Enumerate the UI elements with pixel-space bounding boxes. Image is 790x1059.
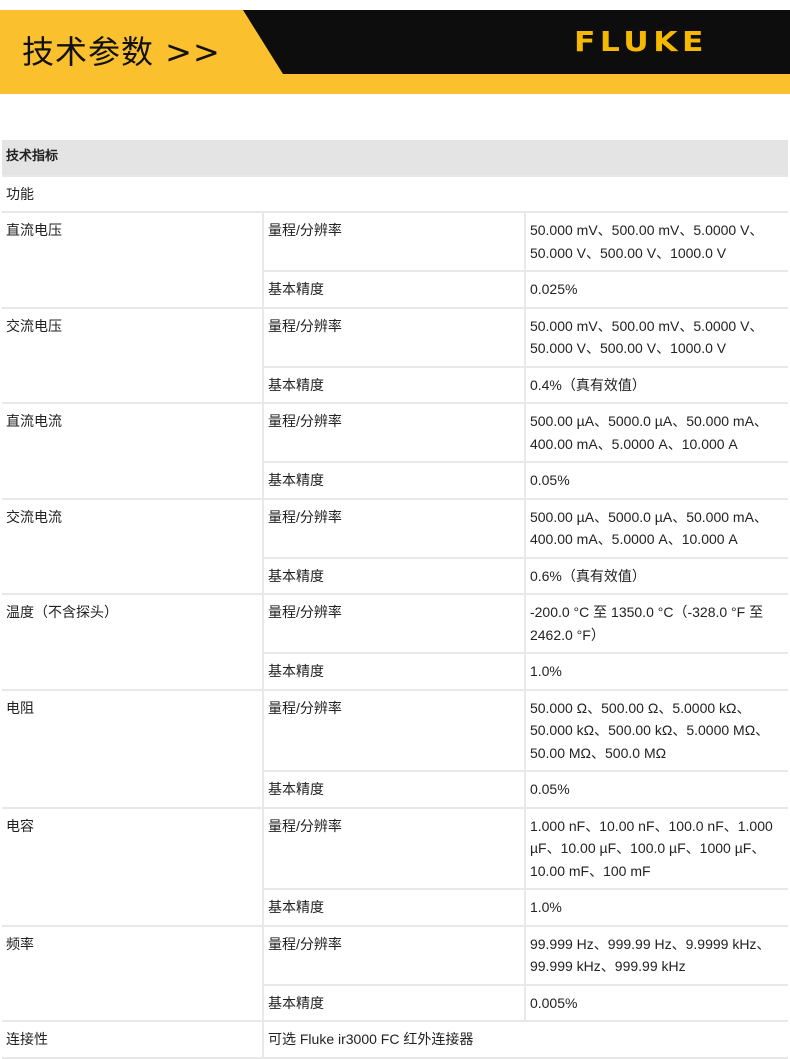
function-name: 频率 (2, 926, 264, 1022)
section-row: 功能 (2, 177, 788, 213)
spec-row-range: 温度（不含探头） 量程/分辨率 -200.0 °C 至 1350.0 °C（-328… (2, 595, 788, 691)
range-value: 50.000 mV、500.00 mV、5.0000 V、50.000 V、50… (525, 309, 788, 368)
accuracy-label: 基本精度 (263, 772, 526, 809)
range-label: 量程/分辨率 (263, 308, 526, 368)
accuracy-label: 基本精度 (263, 367, 526, 404)
range-value: 50.000 Ω、500.00 Ω、5.0000 kΩ、50.000 kΩ、50… (525, 691, 788, 772)
function-name: 电阻 (2, 690, 264, 809)
spec-row-range: 电阻 量程/分辨率 50.000 Ω、500.00 Ω、5.0000 kΩ、50.0… (2, 690, 788, 809)
spec-row-range: 直流电流 量程/分辨率 500.00 µA、5000.0 µA、50.000 mA、… (2, 404, 788, 500)
function-name: 直流电压 (2, 213, 264, 309)
spec-row-range: 直流电压 量程/分辨率 50.000 mV、500.00 mV、5.0000 V、5… (2, 213, 788, 309)
function-name: 电容 (2, 808, 264, 927)
accuracy-value: 0.4%（真有效值） (525, 368, 788, 404)
range-label: 量程/分辨率 (263, 808, 526, 890)
section-label: 功能 (2, 177, 788, 213)
accuracy-label: 基本精度 (263, 890, 526, 927)
range-value: 99.999 Hz、999.99 Hz、9.9999 kHz、99.999 kH… (525, 927, 788, 986)
spec-header: 技术指标 (2, 140, 788, 177)
spec-table: 技术指标 功能 直流电压 量程/分辨率 50.000 mV、500.00 mV、5.… (2, 140, 788, 1059)
function-name: 直流电流 (2, 404, 264, 500)
accuracy-value: 1.0% (525, 890, 788, 927)
function-name: 交流电压 (2, 308, 264, 404)
spec-row-range: 交流电压 量程/分辨率 50.000 mV、500.00 mV、5.0000 V、5… (2, 308, 788, 404)
banner-black-band (243, 10, 790, 74)
spec-row-range: 交流电流 量程/分辨率 500.00 µA、5000.0 µA、50.000 mA、… (2, 499, 788, 595)
page-title: 技术参数 >> (22, 33, 221, 71)
accuracy-value: 0.05% (525, 463, 788, 500)
function-name: 交流电流 (2, 499, 264, 595)
header-banner: 技术参数 >> FLUKE (0, 10, 790, 94)
connectivity-row: 连接性 可选 Fluke ir3000 FC 红外连接器 (2, 1022, 788, 1059)
range-value: -200.0 °C 至 1350.0 °C（-328.0 °F 至 2462.0… (525, 595, 788, 654)
range-value: 500.00 µA、5000.0 µA、50.000 mA、400.00 mA、… (525, 500, 788, 559)
accuracy-label: 基本精度 (263, 654, 526, 691)
range-label: 量程/分辨率 (263, 404, 526, 463)
accuracy-value: 0.05% (525, 772, 788, 809)
accuracy-label: 基本精度 (263, 558, 526, 595)
range-value: 1.000 nF、10.00 nF、100.0 nF、1.000 µF、10.0… (525, 809, 788, 890)
range-value: 500.00 µA、5000.0 µA、50.000 mA、400.00 mA、… (525, 404, 788, 463)
range-label: 量程/分辨率 (263, 690, 526, 772)
spec-row-range: 电容 量程/分辨率 1.000 nF、10.00 nF、100.0 nF、1.000… (2, 808, 788, 927)
connectivity-label: 连接性 (2, 1022, 264, 1059)
accuracy-value: 1.0% (525, 654, 788, 691)
accuracy-label: 基本精度 (263, 272, 526, 309)
function-name: 温度（不含探头） (2, 595, 264, 691)
connectivity-value: 可选 Fluke ir3000 FC 红外连接器 (263, 1022, 788, 1059)
spec-row-range: 频率 量程/分辨率 99.999 Hz、999.99 Hz、9.9999 kHz、9… (2, 926, 788, 1022)
range-label: 量程/分辨率 (263, 926, 526, 986)
range-label: 量程/分辨率 (263, 595, 526, 654)
range-label: 量程/分辨率 (263, 213, 526, 272)
accuracy-label: 基本精度 (263, 985, 526, 1022)
accuracy-value: 0.6%（真有效值） (525, 559, 788, 595)
accuracy-label: 基本精度 (263, 463, 526, 500)
accuracy-value: 0.025% (525, 272, 788, 309)
range-value: 50.000 mV、500.00 mV、5.0000 V、50.000 V、50… (525, 213, 788, 272)
fluke-logo: FLUKE (574, 25, 708, 58)
range-label: 量程/分辨率 (263, 499, 526, 559)
spec-header-row: 技术指标 (2, 140, 788, 177)
accuracy-value: 0.005% (525, 986, 788, 1022)
